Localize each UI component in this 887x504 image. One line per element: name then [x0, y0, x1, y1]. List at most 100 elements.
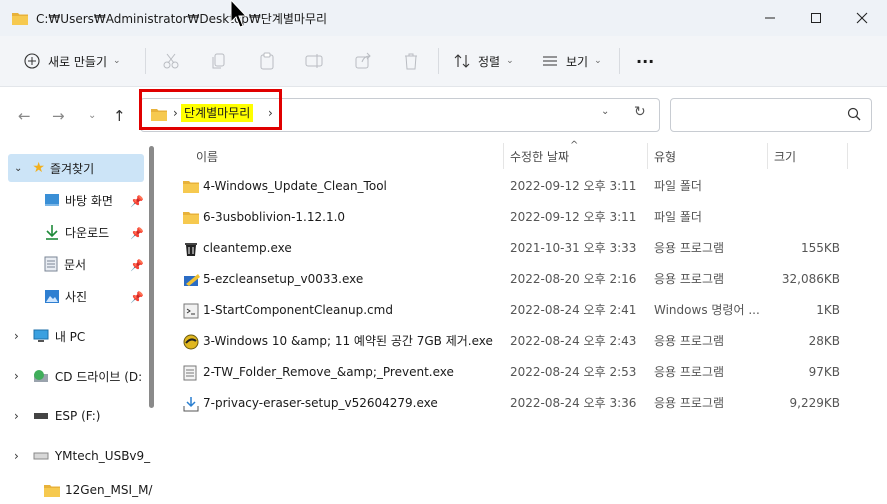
file-name: 1-StartComponentCleanup.cmd — [203, 303, 393, 317]
file-row[interactable]: 2-TW_Folder_Remove_&amp;_Prevent.exe 2022… — [178, 357, 878, 388]
column-divider — [647, 143, 648, 169]
sidebar-item-label: 12Gen_MSI_M/ — [65, 483, 153, 497]
more-options-button[interactable]: ··· — [636, 36, 654, 86]
view-list-icon — [543, 56, 557, 66]
file-date: 2021-10-31 오후 3:33 — [510, 241, 637, 255]
back-arrow-icon[interactable]: ← — [18, 107, 31, 125]
sort-button[interactable]: 정렬 ⌄ — [454, 36, 514, 86]
chevron-down-icon: ⌄ — [14, 162, 23, 174]
clipboard-icon — [260, 52, 274, 70]
toolbar-divider — [145, 48, 146, 74]
sidebar-item-this-pc[interactable]: › 내 PC — [14, 322, 85, 350]
file-name: 3-Windows 10 &amp; 11 예약된 공간 7GB 제거.exe — [203, 334, 493, 348]
mouse-cursor-icon — [229, 0, 248, 33]
search-input[interactable] — [670, 98, 872, 132]
sidebar-item-label: 즐겨찾기 — [49, 161, 95, 176]
pc-icon — [33, 329, 49, 342]
pin-icon: 📌 — [130, 195, 144, 208]
paste-button[interactable] — [258, 36, 276, 86]
file-size: 1KB — [816, 303, 840, 317]
sidebar-item-desktop[interactable]: 바탕 화면 — [44, 186, 113, 214]
chevron-down-icon: ⌄ — [594, 56, 602, 66]
new-button[interactable]: 새로 만들기 ⌄ — [24, 36, 121, 86]
maximize-button[interactable] — [793, 0, 839, 36]
address-dropdown-icon[interactable]: ⌄ — [601, 106, 609, 117]
column-header-name[interactable]: 이름 — [196, 143, 218, 169]
folder-icon — [12, 11, 28, 28]
file-date: 2022-08-24 오후 2:41 — [510, 303, 637, 317]
copy-button[interactable] — [210, 36, 228, 86]
sidebar-item-pictures[interactable]: 사진 — [44, 282, 87, 310]
sidebar-item-usb[interactable]: › YMtech_USBv9_ — [14, 442, 150, 470]
download-icon — [46, 225, 58, 240]
sidebar-item-label: ESP (F:) — [54, 409, 101, 423]
file-row[interactable]: 5-ezcleansetup_v0033.exe 2022-08-20 오후 2:… — [178, 264, 878, 295]
forward-arrow-icon[interactable]: → — [52, 107, 65, 125]
drive-icon — [33, 413, 48, 419]
column-header-date[interactable]: 수정한 날짜 — [510, 143, 569, 169]
file-name: 5-ezcleansetup_v0033.exe — [203, 272, 364, 286]
installer-icon — [183, 272, 200, 288]
window-title: C:₩Users₩Administrator₩Desktop₩단계별마무리 — [36, 12, 328, 26]
refresh-icon[interactable]: ↻ — [634, 104, 646, 120]
folder-icon — [183, 179, 199, 195]
desktop-icon — [45, 194, 59, 206]
toolbar-divider — [438, 48, 439, 74]
delete-button[interactable] — [402, 36, 420, 86]
disc-app-icon — [183, 334, 199, 350]
file-row[interactable]: 1-StartComponentCleanup.cmd 2022-08-24 오후… — [178, 295, 878, 326]
file-date: 2022-08-24 오후 2:43 — [510, 334, 637, 348]
close-button[interactable] — [839, 0, 885, 36]
file-size: 97KB — [808, 365, 840, 379]
cmd-icon — [183, 303, 199, 319]
file-row[interactable]: 7-privacy-eraser-setup_v52604279.exe 2022… — [178, 388, 878, 419]
file-date: 2022-08-24 오후 2:53 — [510, 365, 637, 379]
sidebar-item-favorites[interactable]: ⌄ ★ 즐겨찾기 — [14, 154, 94, 182]
file-name: cleantemp.exe — [203, 241, 292, 255]
file-size: 28KB — [808, 334, 840, 348]
file-date: 2022-09-12 오후 3:11 — [510, 179, 637, 193]
sidebar-item-label: 내 PC — [54, 329, 86, 344]
copy-icon — [212, 53, 225, 69]
cut-button[interactable] — [162, 36, 180, 86]
pin-icon: 📌 — [130, 259, 144, 272]
file-row[interactable]: cleantemp.exe 2021-10-31 오후 3:33 응용 프로그램 15… — [178, 233, 878, 264]
sidebar-item-downloads[interactable]: 다운로드 — [44, 218, 109, 246]
column-header-type[interactable]: 유형 — [654, 143, 676, 169]
file-date: 2022-08-24 오후 3:36 — [510, 396, 637, 410]
rename-button[interactable] — [305, 36, 323, 86]
share-button[interactable] — [354, 36, 372, 86]
file-type: 응용 프로그램 — [654, 334, 725, 348]
file-date: 2022-09-12 오후 3:11 — [510, 210, 637, 224]
file-type: 파일 폴더 — [654, 210, 702, 224]
minimize-button[interactable] — [747, 0, 793, 36]
file-row[interactable]: 3-Windows 10 &amp; 11 예약된 공간 7GB 제거.exe 2… — [178, 326, 878, 357]
sidebar-item-documents[interactable]: 문서 — [44, 250, 86, 278]
chevron-right-icon: › — [14, 329, 19, 343]
sidebar-item-esp[interactable]: › ESP (F:) — [14, 402, 100, 430]
sidebar-item-cd-drive[interactable]: › CD 드라이브 (D: — [14, 362, 142, 390]
column-divider — [503, 143, 504, 169]
chevron-right-icon: › — [14, 369, 19, 383]
toolbar-divider — [619, 48, 620, 74]
file-date: 2022-08-20 오후 2:16 — [510, 272, 637, 286]
view-button[interactable]: 보기 ⌄ — [542, 36, 602, 86]
column-header-size[interactable]: 크기 — [774, 143, 796, 169]
file-row[interactable]: 6-3usboblivion-1.12.1.0 2022-09-12 오후 3:1… — [178, 202, 878, 233]
sidebar-item-subfolder[interactable]: 12Gen_MSI_M/ — [44, 476, 152, 504]
chevron-right-icon: › — [14, 449, 19, 463]
sidebar-item-label: CD 드라이브 (D: — [54, 369, 143, 384]
sidebar-scrollbar[interactable] — [149, 146, 154, 408]
document-app-icon — [183, 365, 199, 381]
up-arrow-icon[interactable]: ↑ — [113, 107, 126, 125]
sidebar-item-label: YMtech_USBv9_ — [54, 449, 151, 463]
file-type: 응용 프로그램 — [654, 241, 725, 255]
file-name: 2-TW_Folder_Remove_&amp;_Prevent.exe — [203, 365, 454, 379]
file-type: 파일 폴더 — [654, 179, 702, 193]
file-type: 응용 프로그램 — [654, 365, 725, 379]
cd-drive-icon — [33, 370, 48, 382]
recent-locations-icon[interactable]: ⌄ — [88, 110, 96, 121]
file-row[interactable]: 4-Windows_Update_Clean_Tool 2022-09-12 오후… — [178, 171, 878, 202]
pin-icon: 📌 — [130, 291, 144, 304]
sidebar-item-label: 사진 — [65, 289, 88, 304]
